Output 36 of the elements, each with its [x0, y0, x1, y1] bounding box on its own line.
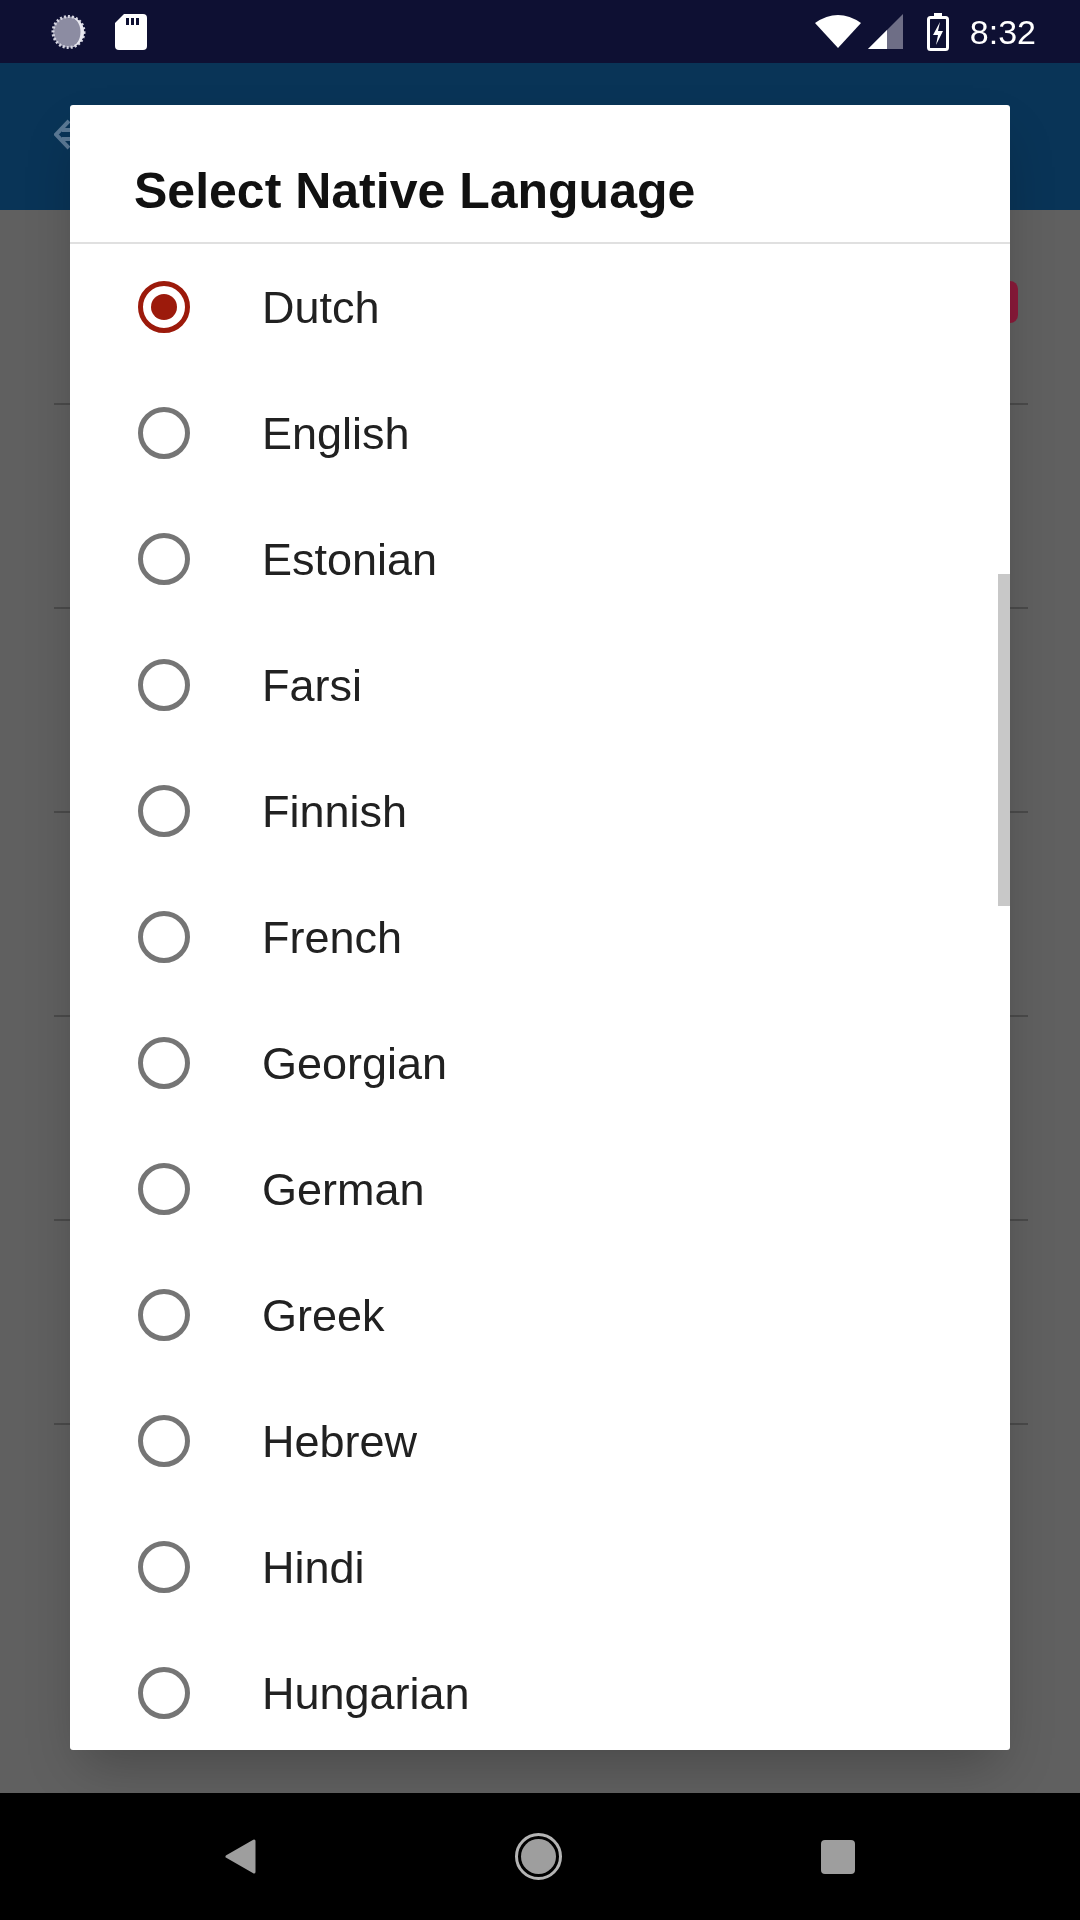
radio-unselected-icon[interactable]	[138, 1541, 190, 1593]
language-option[interactable]: Georgian	[70, 1000, 1010, 1126]
home-icon[interactable]	[515, 1833, 562, 1880]
language-option[interactable]: Greek	[70, 1252, 1010, 1378]
radio-unselected-icon[interactable]	[138, 785, 190, 837]
language-option[interactable]: English	[70, 370, 1010, 496]
language-option[interactable]: Finnish	[70, 748, 1010, 874]
radio-unselected-icon[interactable]	[138, 1037, 190, 1089]
radio-selected-icon[interactable]	[138, 281, 190, 333]
radio-unselected-icon[interactable]	[138, 1289, 190, 1341]
radio-unselected-icon[interactable]	[138, 911, 190, 963]
battery-charging-icon	[926, 12, 949, 51]
radio-unselected-icon[interactable]	[138, 1163, 190, 1215]
signal-icon	[867, 14, 903, 49]
radio-unselected-icon[interactable]	[138, 1667, 190, 1719]
language-option[interactable]: Estonian	[70, 496, 1010, 622]
back-icon[interactable]	[225, 1839, 256, 1874]
language-option[interactable]: Farsi	[70, 622, 1010, 748]
radio-unselected-icon[interactable]	[138, 1415, 190, 1467]
wifi-icon	[814, 15, 861, 48]
radio-unselected-icon[interactable]	[138, 407, 190, 459]
sd-card-icon	[115, 13, 147, 50]
dialog-title: Select Native Language	[134, 166, 697, 216]
language-option[interactable]: Hindi	[70, 1504, 1010, 1630]
language-option[interactable]: Dutch	[70, 244, 1010, 370]
language-option[interactable]: French	[70, 874, 1010, 1000]
radio-unselected-icon[interactable]	[138, 659, 190, 711]
language-option[interactable]: Hebrew	[70, 1378, 1010, 1504]
status-time: 8:32	[969, 14, 1036, 49]
recents-icon[interactable]	[821, 1839, 855, 1874]
spinner-icon	[50, 14, 87, 49]
scrollbar[interactable]	[998, 574, 1010, 906]
back-arrow-icon[interactable]	[54, 119, 70, 150]
language-option[interactable]: German	[70, 1126, 1010, 1252]
language-option[interactable]: Hungarian	[70, 1630, 1010, 1750]
radio-unselected-icon[interactable]	[138, 533, 190, 585]
